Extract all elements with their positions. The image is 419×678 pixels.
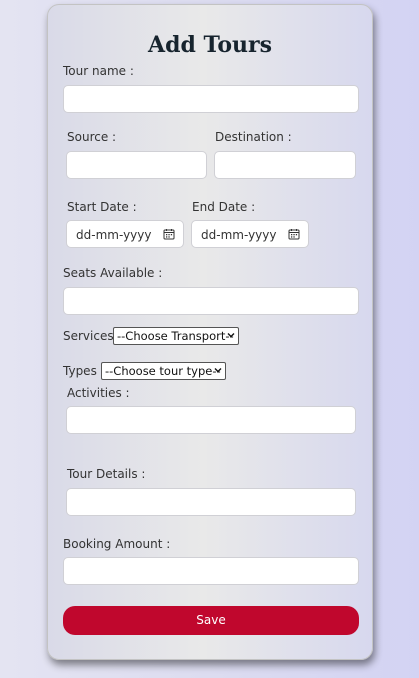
chevron-down-icon — [214, 368, 222, 373]
activities-label: Activities : — [67, 386, 130, 400]
booking-amount-input[interactable] — [63, 557, 359, 585]
start-date-placeholder: dd-mm-yyyy — [76, 228, 152, 242]
seats-label: Seats Available : — [63, 266, 163, 280]
services-selected: --Choose Transport-- — [117, 329, 234, 343]
seats-input[interactable] — [63, 287, 359, 315]
tour-name-input[interactable] — [63, 85, 359, 113]
source-label: Source : — [67, 130, 117, 144]
booking-amount-label: Booking Amount : — [63, 537, 171, 551]
add-tours-form: Add Tours Tour name : Source : Destinati… — [47, 4, 373, 660]
types-select[interactable]: --Choose tour type-- — [101, 362, 226, 380]
page-title: Add Tours — [148, 32, 272, 58]
chevron-down-icon — [227, 333, 235, 338]
types-selected: --Choose tour type-- — [105, 364, 221, 378]
start-date-label: Start Date : — [67, 200, 137, 214]
tour-name-label: Tour name : — [63, 64, 134, 78]
source-input[interactable] — [66, 151, 207, 179]
services-label: Services — [63, 329, 114, 343]
save-button[interactable]: Save — [63, 606, 359, 635]
tour-details-input[interactable] — [66, 488, 356, 516]
services-select[interactable]: --Choose Transport-- — [113, 327, 239, 345]
destination-input[interactable] — [214, 151, 356, 179]
end-date-placeholder: dd-mm-yyyy — [201, 228, 277, 242]
end-date-input[interactable]: dd-mm-yyyy — [191, 220, 309, 248]
calendar-icon[interactable] — [288, 228, 300, 240]
activities-input[interactable] — [66, 406, 356, 434]
end-date-label: End Date : — [192, 200, 256, 214]
start-date-input[interactable]: dd-mm-yyyy — [66, 220, 184, 248]
types-label: Types — [63, 364, 97, 378]
destination-label: Destination : — [215, 130, 292, 144]
calendar-icon[interactable] — [163, 228, 175, 240]
tour-details-label: Tour Details : — [67, 467, 146, 481]
